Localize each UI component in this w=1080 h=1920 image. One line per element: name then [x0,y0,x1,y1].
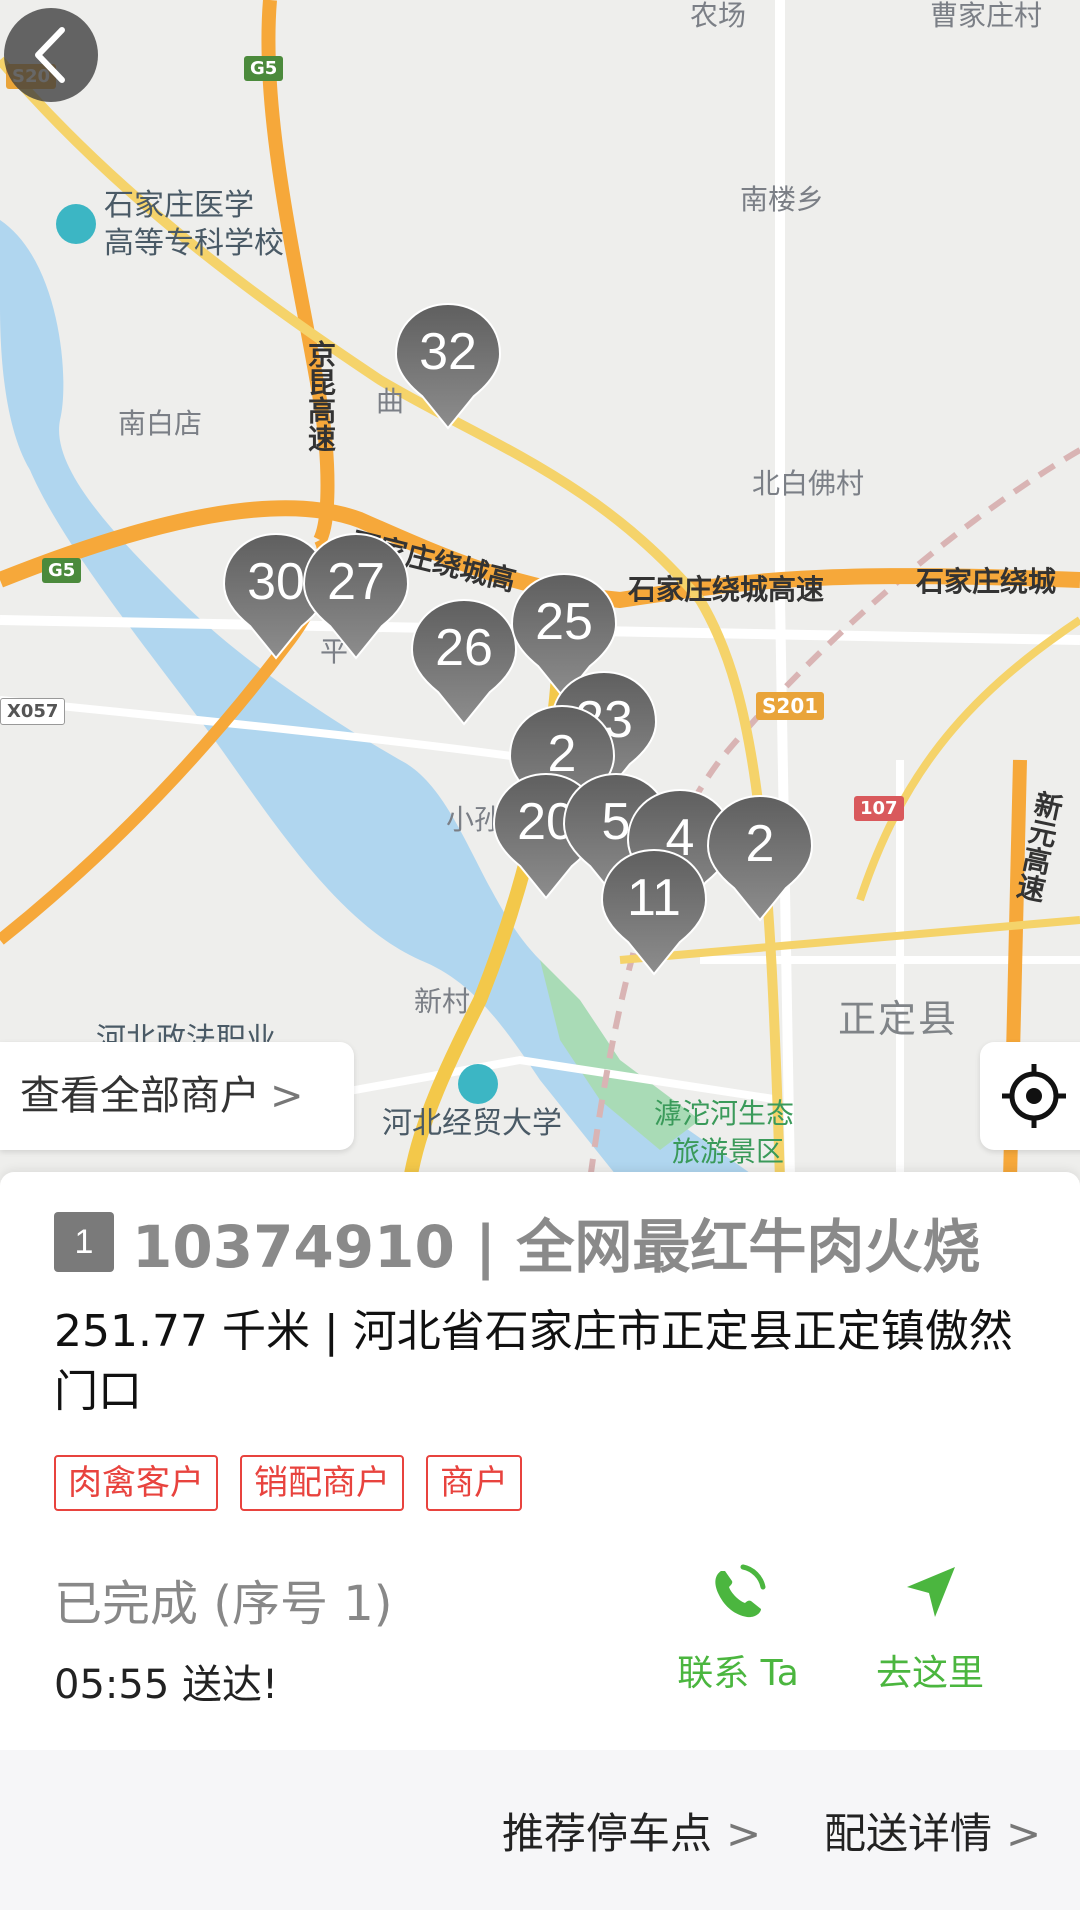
crosshair-icon [1002,1064,1066,1128]
delivery-status: 已完成 (序号 1) [54,1576,393,1632]
road-label: 京昆高速 [304,340,337,452]
map-view[interactable]: 农场 曹家庄村 南楼乡 石家庄医学 高等专科学校 南白店 北白佛村 京昆高速 曲… [0,0,1080,1180]
map-label: 北白佛村 [752,467,865,500]
road-shield: X057 [0,698,66,725]
map-cluster-marker[interactable]: 32 [392,300,504,432]
delivery-detail-link[interactable]: 配送详情 > [824,1800,1041,1861]
detail-label: 配送详情 [824,1809,993,1858]
phone-icon [715,1564,766,1618]
merchant-title: 10374910 | 全网最红牛肉火烧 [132,1213,981,1281]
marker-label: 11 [627,869,681,927]
back-button[interactable] [4,8,98,102]
marker-label: 25 [535,593,593,651]
highway-shield: G5 [244,56,284,81]
marker-label: 2 [745,815,775,873]
locate-button[interactable] [980,1042,1080,1150]
merchant-address: 251.77 千米 | 河北省石家庄市正定县正定镇傲然门口 [54,1306,1013,1417]
road-label: 石家庄绕城高速 [628,573,825,606]
marker-label: 27 [327,553,385,611]
contact-button[interactable]: 联系 Ta [658,1552,818,1696]
map-label: 正定县 [838,997,959,1041]
map-cluster-marker[interactable]: 26 [408,596,520,728]
map-cluster-marker[interactable]: 27 [300,530,412,662]
chevron-right-icon: > [1006,1809,1042,1858]
navigate-button[interactable]: 去这里 [850,1552,1010,1696]
view-all-merchants-button[interactable]: 查看全部商户 > [0,1042,354,1150]
map-label: 旅游景区 [672,1135,785,1168]
parking-label: 推荐停车点 [502,1809,713,1858]
chevron-right-icon: > [270,1073,304,1119]
map-poi-label: 石家庄医学 [104,188,254,223]
contact-label: 联系 Ta [677,1653,799,1694]
recommended-parking-link[interactable]: 推荐停车点 > [502,1800,761,1861]
road-label: 石家庄绕城 [916,565,1057,598]
map-label: 新村 [414,985,471,1018]
highway-shield: S201 [756,692,825,720]
view-all-label: 查看全部商户 [20,1073,260,1119]
map-label: 滹沱河生态 [654,1097,795,1130]
tag-badge: 商户 [426,1455,522,1511]
map-poi-label: 高等专科学校 [104,226,284,261]
marker-label: 32 [419,323,477,381]
merchant-panel: 1 10374910 | 全网最红牛肉火烧 251.77 千米 | 河北省石家庄… [0,1172,1080,1920]
map-cluster-marker[interactable]: 11 [598,846,710,978]
sequence-badge: 1 [54,1212,114,1272]
chevron-right-icon: > [726,1809,762,1858]
navigate-arrow-icon [907,1567,955,1617]
merchant-tags: 肉禽客户 销配商户 商户 [54,1455,522,1511]
tag-badge: 肉禽客户 [54,1455,218,1511]
highway-shield: 107 [854,796,904,821]
map-label: 曹家庄村 [930,0,1043,32]
merchant-title-row: 1 10374910 | 全网最红牛肉火烧 [54,1202,1060,1282]
bottom-links-bar: 推荐停车点 > 配送详情 > [0,1750,1080,1910]
map-label: 农场 [690,0,747,32]
highway-shield: G5 [42,558,82,583]
navigate-label: 去这里 [875,1653,984,1694]
map-poi-label: 河北经贸大学 [382,1106,562,1141]
poi-school-icon [56,204,96,244]
map-label: 南楼乡 [740,183,825,216]
chevron-left-icon [35,27,65,83]
delivered-time: 05:55 送达! [54,1662,279,1708]
map-cluster-marker[interactable]: 2 [704,792,816,924]
map-label: 南白店 [118,407,203,440]
marker-label: 26 [435,619,493,677]
poi-school-icon [458,1064,498,1104]
tag-badge: 销配商户 [240,1455,404,1511]
